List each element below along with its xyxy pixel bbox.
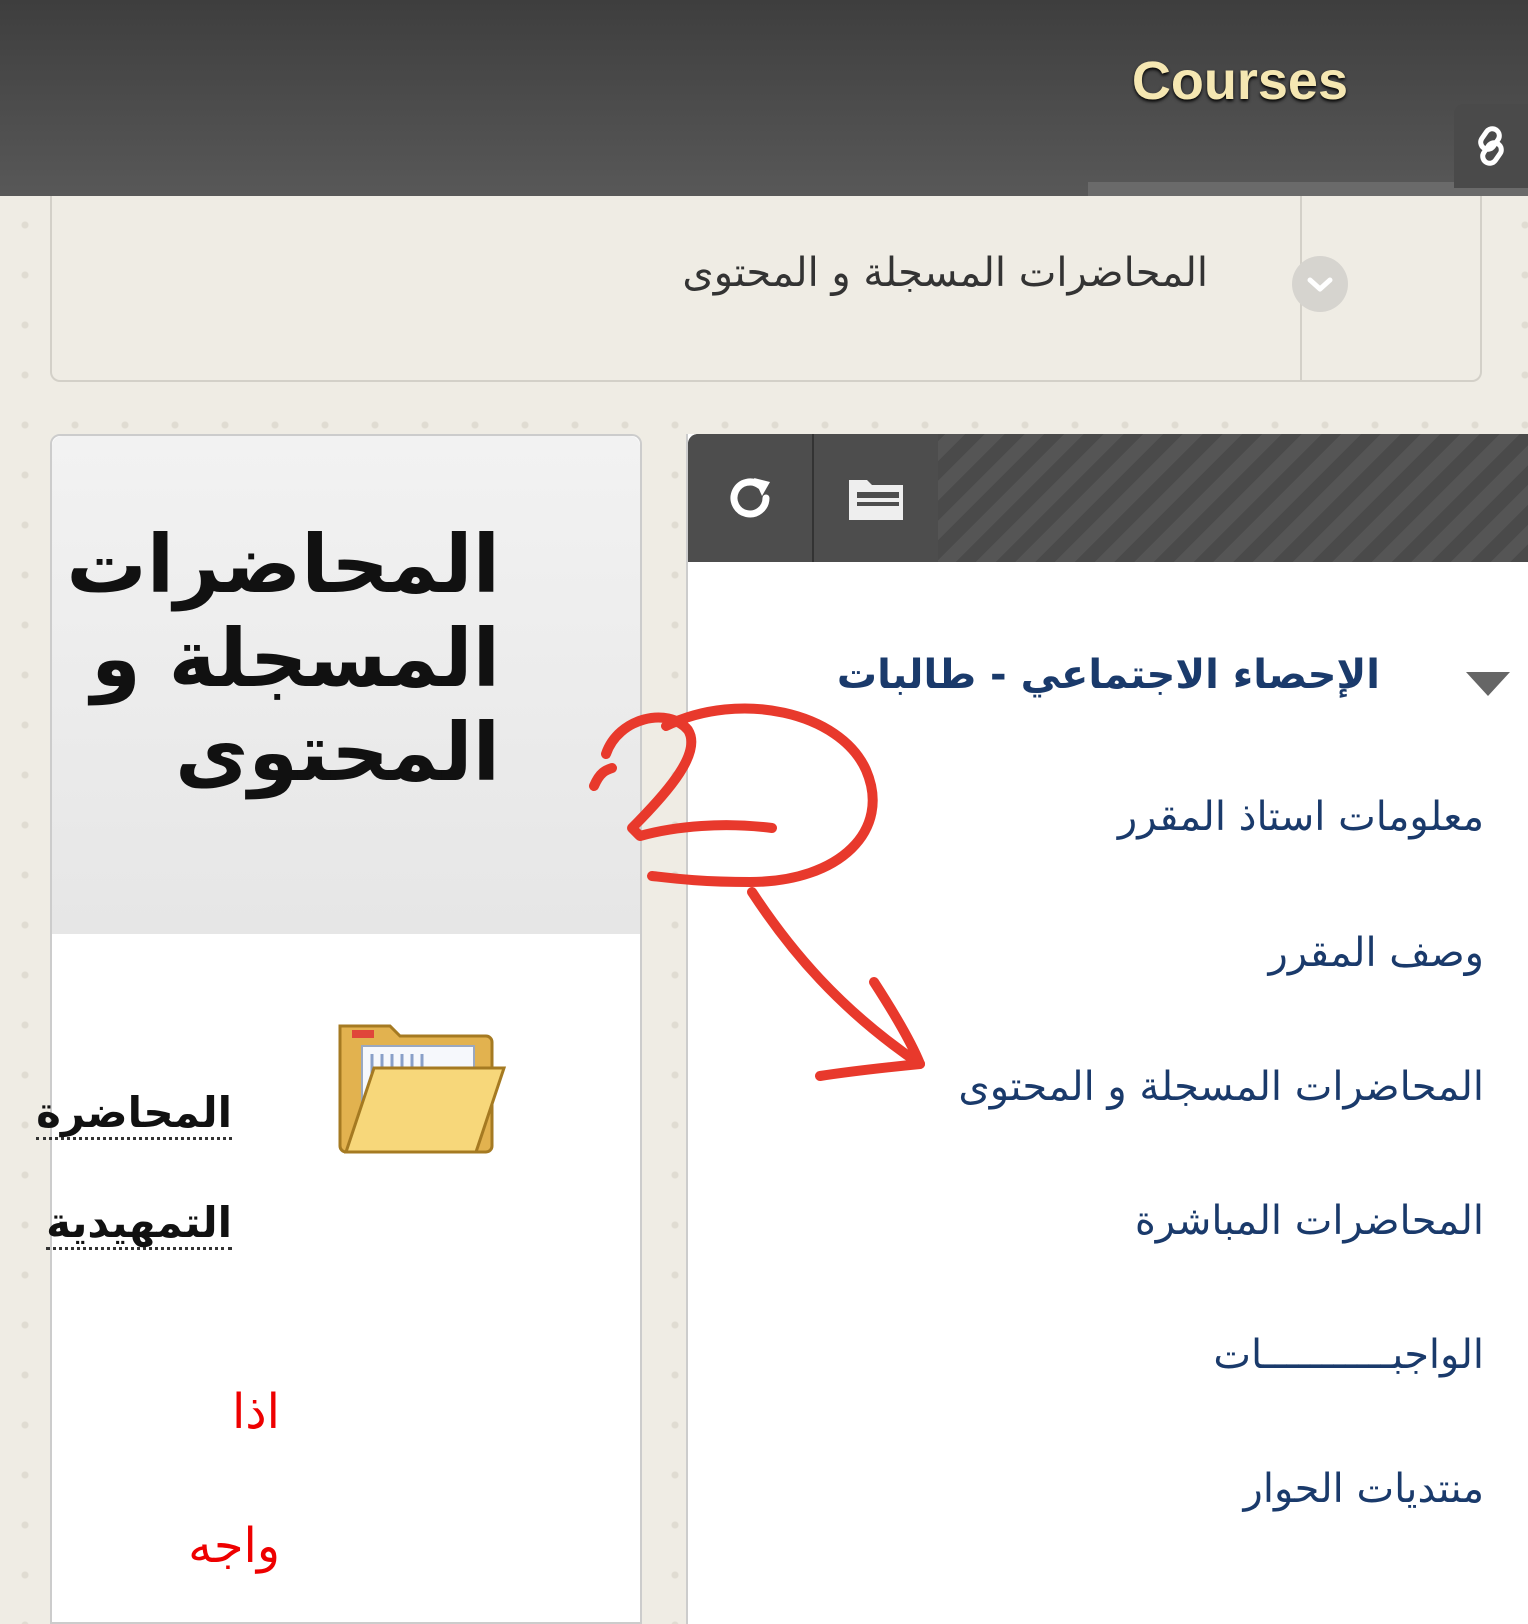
folder-icon[interactable]: [336, 1016, 508, 1160]
menu-item-discussion-forums[interactable]: منتديات الحوار: [1244, 1466, 1484, 1512]
course-menu-toolbar: [688, 434, 1528, 562]
page-title[interactable]: Courses: [1132, 50, 1348, 112]
course-collapse-caret-icon[interactable]: [1466, 672, 1510, 696]
menu-item-assignments[interactable]: الواجبـــــــــــات: [1213, 1332, 1484, 1378]
content-header: المحاضرات المسجلة و المحتوى: [52, 436, 640, 934]
breadcrumb-toggle-button[interactable]: [1292, 256, 1348, 312]
folder-view-icon: [849, 480, 903, 520]
red-note-line1: اذا: [231, 1384, 280, 1440]
chevron-down-icon: [1307, 277, 1333, 292]
course-menu-panel: [686, 434, 1528, 1624]
red-note-line2: واجه: [188, 1518, 280, 1574]
refresh-button[interactable]: [688, 434, 814, 562]
menu-item-recorded-lectures[interactable]: المحاضرات المسجلة و المحتوى: [958, 1064, 1484, 1110]
menu-item-instructor-info[interactable]: معلومات استاذ المقرر: [1118, 794, 1484, 840]
link-icon: [1478, 126, 1504, 166]
content-item-title[interactable]: المحاضرة التمهيدية: [0, 1058, 232, 1278]
content-title: المحاضرات المسجلة و المحتوى: [66, 518, 500, 799]
menu-item-live-lectures[interactable]: المحاضرات المباشرة: [1135, 1198, 1484, 1244]
link-button[interactable]: [1454, 104, 1528, 188]
content-item-title-line1[interactable]: المحاضرة: [36, 1088, 232, 1140]
breadcrumb-current: المحاضرات المسجلة و المحتوى: [682, 250, 1208, 296]
folder-view-button[interactable]: [814, 434, 938, 562]
content-item-title-line2[interactable]: التمهيدية: [46, 1198, 232, 1250]
course-name-link[interactable]: الإحصاء الاجتماعي - طالبات: [837, 652, 1380, 698]
menu-item-course-description[interactable]: وصف المقرر: [1269, 930, 1484, 976]
refresh-icon: [730, 478, 770, 518]
